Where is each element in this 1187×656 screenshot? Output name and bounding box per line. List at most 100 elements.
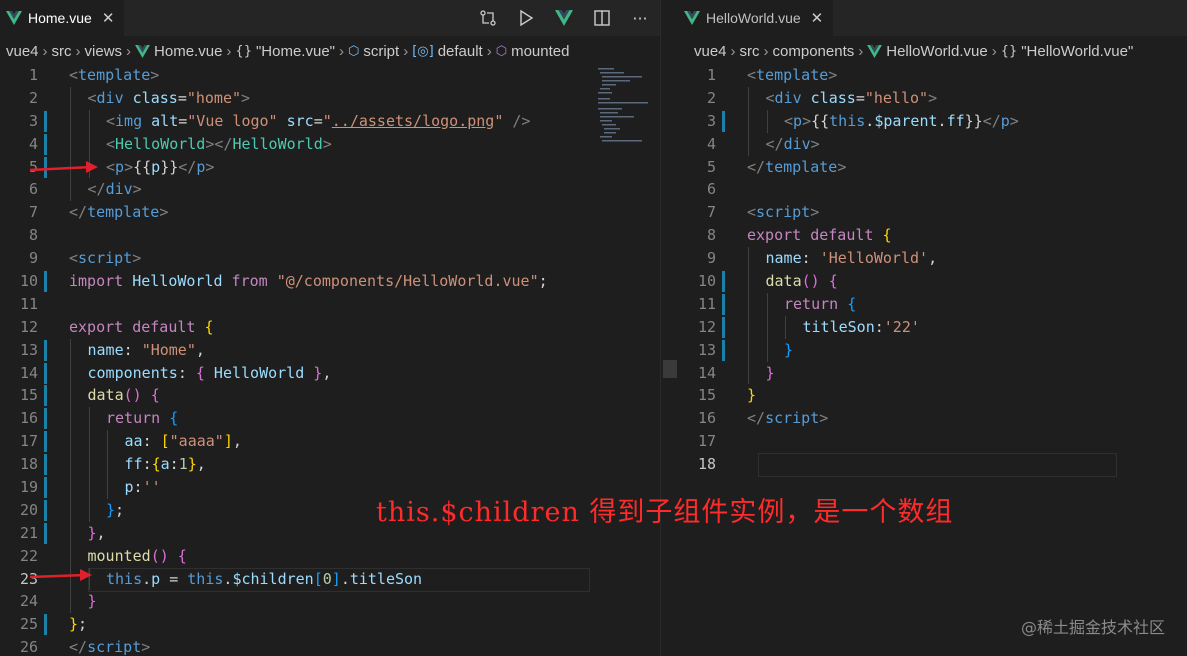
close-icon[interactable]: ✕: [811, 9, 824, 27]
git-change-marker[interactable]: [722, 316, 725, 338]
git-change-marker[interactable]: [44, 477, 47, 499]
code-line[interactable]: 26 </script>: [0, 636, 660, 656]
code-line[interactable]: 17: [678, 430, 1187, 453]
code-token: <: [784, 111, 794, 130]
code-line[interactable]: 9 <script>: [0, 247, 660, 270]
code-line[interactable]: 5 </template>: [678, 156, 1187, 179]
code-line[interactable]: 10 data() {: [678, 270, 1187, 293]
code-line[interactable]: 15 data() {: [0, 384, 660, 408]
code-line[interactable]: 4 </div>: [678, 132, 1187, 156]
code-line[interactable]: 25};: [0, 613, 660, 636]
code-line[interactable]: 2 <div class="hello">: [678, 86, 1187, 110]
code-token: <: [747, 66, 757, 84]
scrollbar-thumb[interactable]: [663, 360, 677, 378]
breadcrumb-item[interactable]: script: [363, 43, 399, 60]
code-line[interactable]: 14 components: { HelloWorld },: [0, 361, 660, 385]
code-token: :: [142, 432, 161, 451]
git-change-marker[interactable]: [44, 431, 47, 453]
indent-guide: [88, 453, 90, 477]
git-change-marker[interactable]: [722, 339, 725, 361]
breadcrumb-item[interactable]: mounted: [511, 43, 569, 60]
minimap[interactable]: [594, 64, 660, 144]
breadcrumb-item[interactable]: "HelloWorld.vue": [1021, 43, 1133, 60]
close-icon[interactable]: ✕: [102, 9, 115, 27]
code-line[interactable]: 11: [0, 293, 660, 316]
code-line[interactable]: 3 <img alt="Vue logo" src="../assets/logo…: [0, 109, 660, 133]
breadcrumb-item[interactable]: src: [52, 43, 72, 60]
code-line[interactable]: 24}: [0, 590, 660, 614]
git-change-marker[interactable]: [44, 385, 47, 407]
git-change-marker[interactable]: [44, 499, 47, 521]
editor-split-sash[interactable]: [660, 0, 679, 656]
code-line[interactable]: 8 export default {: [678, 224, 1187, 247]
code-line[interactable]: 2 <div class="home">: [0, 86, 660, 110]
git-change-marker[interactable]: [44, 408, 47, 430]
code-line[interactable]: 22 mounted() {: [0, 544, 660, 568]
code-line[interactable]: 1 <template>: [678, 64, 1187, 87]
tab-home-vue[interactable]: Home.vue ✕: [0, 0, 125, 36]
code-line[interactable]: 18 ff:{a:1},: [0, 453, 660, 477]
git-change-marker[interactable]: [722, 271, 725, 293]
breadcrumb-item[interactable]: "Home.vue": [256, 43, 335, 60]
git-change-marker[interactable]: [44, 110, 47, 132]
code-line[interactable]: 6: [678, 178, 1187, 201]
git-change-marker[interactable]: [44, 362, 47, 384]
git-change-marker[interactable]: [44, 522, 47, 544]
run-icon[interactable]: [516, 8, 536, 28]
breadcrumb-item[interactable]: views: [85, 43, 123, 60]
code-line[interactable]: 9 name: 'HelloWorld',: [678, 247, 1187, 271]
split-editor-icon[interactable]: [592, 8, 612, 28]
code-line[interactable]: 7 </template>: [0, 201, 660, 224]
indent-guide: [70, 590, 71, 614]
code-line[interactable]: 1 <template>: [0, 64, 660, 87]
git-change-marker[interactable]: [44, 133, 47, 155]
vue-devtools-icon[interactable]: [554, 8, 574, 28]
breadcrumb-item[interactable]: HelloWorld.vue: [886, 43, 987, 60]
line-number: 13: [19, 340, 38, 359]
more-actions-icon[interactable]: ···: [630, 8, 650, 28]
git-change-marker[interactable]: [722, 293, 725, 315]
git-change-marker[interactable]: [44, 454, 47, 476]
indent-guide: [766, 109, 768, 133]
git-change-marker[interactable]: [44, 614, 47, 636]
code-line[interactable]: 11 return {: [678, 292, 1187, 316]
code-line[interactable]: 10 import HelloWorld from "@/components/H…: [0, 270, 660, 293]
breadcrumb-item[interactable]: src: [740, 43, 760, 60]
git-change-marker[interactable]: [44, 271, 47, 293]
code-line[interactable]: 14}: [678, 361, 1187, 385]
tab-helloworld-vue[interactable]: HelloWorld.vue ✕: [678, 0, 834, 36]
code-text: return {: [106, 407, 178, 430]
line-number: 2: [706, 88, 716, 107]
code-text: aa: ["aaaa"],: [125, 430, 242, 453]
git-compare-icon[interactable]: [478, 8, 498, 28]
git-change-marker[interactable]: [44, 339, 47, 361]
breadcrumb-item[interactable]: default: [438, 43, 483, 60]
code-line[interactable]: 18: [678, 453, 1187, 478]
breadcrumb-item[interactable]: vue4: [6, 43, 39, 60]
code-line[interactable]: 16 </script>: [678, 407, 1187, 430]
breadcrumb-item[interactable]: Home.vue: [154, 43, 222, 60]
code-token: ;: [115, 500, 125, 519]
code-line[interactable]: 15}: [678, 384, 1187, 407]
indent-guide: [748, 132, 749, 156]
code-line[interactable]: 17 aa: ["aaaa"],: [0, 430, 660, 454]
code-line[interactable]: 3 <p>{{this.$parent.ff}}</p>: [678, 109, 1187, 133]
git-change-marker[interactable]: [722, 110, 725, 132]
code-line[interactable]: 6 </div>: [0, 178, 660, 202]
indent-guide: [70, 384, 71, 408]
code-line[interactable]: 13}: [678, 338, 1187, 362]
code-line[interactable]: 13 name: "Home",: [0, 338, 660, 362]
code-line[interactable]: 7 <script>: [678, 201, 1187, 224]
code-line[interactable]: 16 return {: [0, 407, 660, 431]
code-editor[interactable]: 1 <template> 2 <div class="hello"> 3 <p>{{thi…: [678, 64, 1187, 656]
braces-icon: {}: [235, 43, 252, 59]
code-line[interactable]: 12 titleSon:'22': [678, 315, 1187, 339]
code-line[interactable]: 8: [0, 224, 660, 247]
code-line[interactable]: 4 <HelloWorld></HelloWorld>: [0, 132, 660, 156]
code-line[interactable]: 12 export default {: [0, 316, 660, 339]
breadcrumb-item[interactable]: vue4: [694, 43, 727, 60]
code-text: p:'': [125, 476, 161, 499]
code-token: name: [87, 340, 124, 359]
code-token: >: [159, 203, 169, 222]
breadcrumb-item[interactable]: components: [773, 43, 855, 60]
